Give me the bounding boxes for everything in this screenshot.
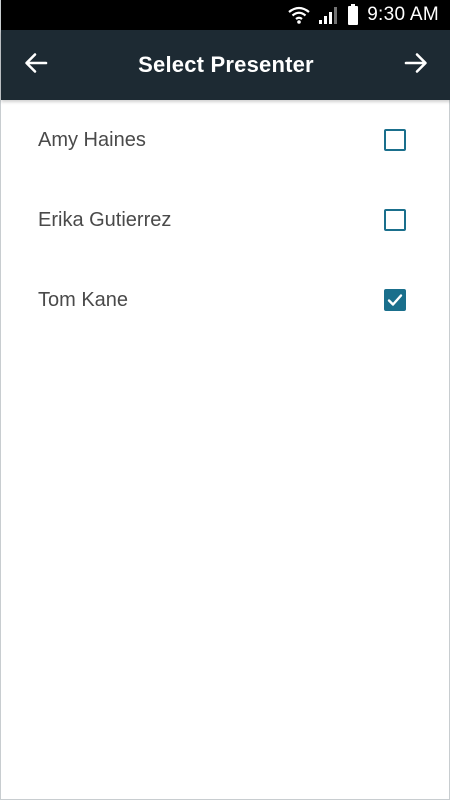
next-button[interactable] (381, 30, 450, 100)
checkmark-icon (387, 294, 403, 306)
app-bar: Select Presenter (1, 30, 450, 100)
status-icons (287, 4, 359, 26)
list-item[interactable]: Amy Haines (1, 100, 450, 180)
presenter-name: Tom Kane (38, 288, 129, 311)
presenter-list: Amy Haines Erika Gutierrez Tom Kane (1, 100, 450, 340)
list-item[interactable]: Tom Kane (1, 260, 450, 340)
signal-icon (318, 5, 340, 25)
presenter-checkbox[interactable] (384, 289, 406, 311)
arrow-right-icon (404, 52, 428, 79)
presenter-checkbox[interactable] (384, 129, 406, 151)
battery-icon (347, 4, 359, 26)
presenter-name: Erika Gutierrez (38, 208, 172, 231)
status-time: 9:30 AM (367, 4, 439, 25)
back-button[interactable] (1, 30, 71, 100)
presenter-checkbox[interactable] (384, 209, 406, 231)
presenter-name: Amy Haines (38, 128, 146, 151)
status-bar: 9:30 AM (1, 0, 450, 30)
arrow-left-icon (24, 52, 48, 79)
page-title: Select Presenter (138, 52, 314, 77)
list-item[interactable]: Erika Gutierrez (1, 180, 450, 260)
select-presenter-screen: 9:30 AM Select Presenter Amy Haines Erik… (0, 0, 450, 800)
wifi-icon (287, 5, 311, 25)
